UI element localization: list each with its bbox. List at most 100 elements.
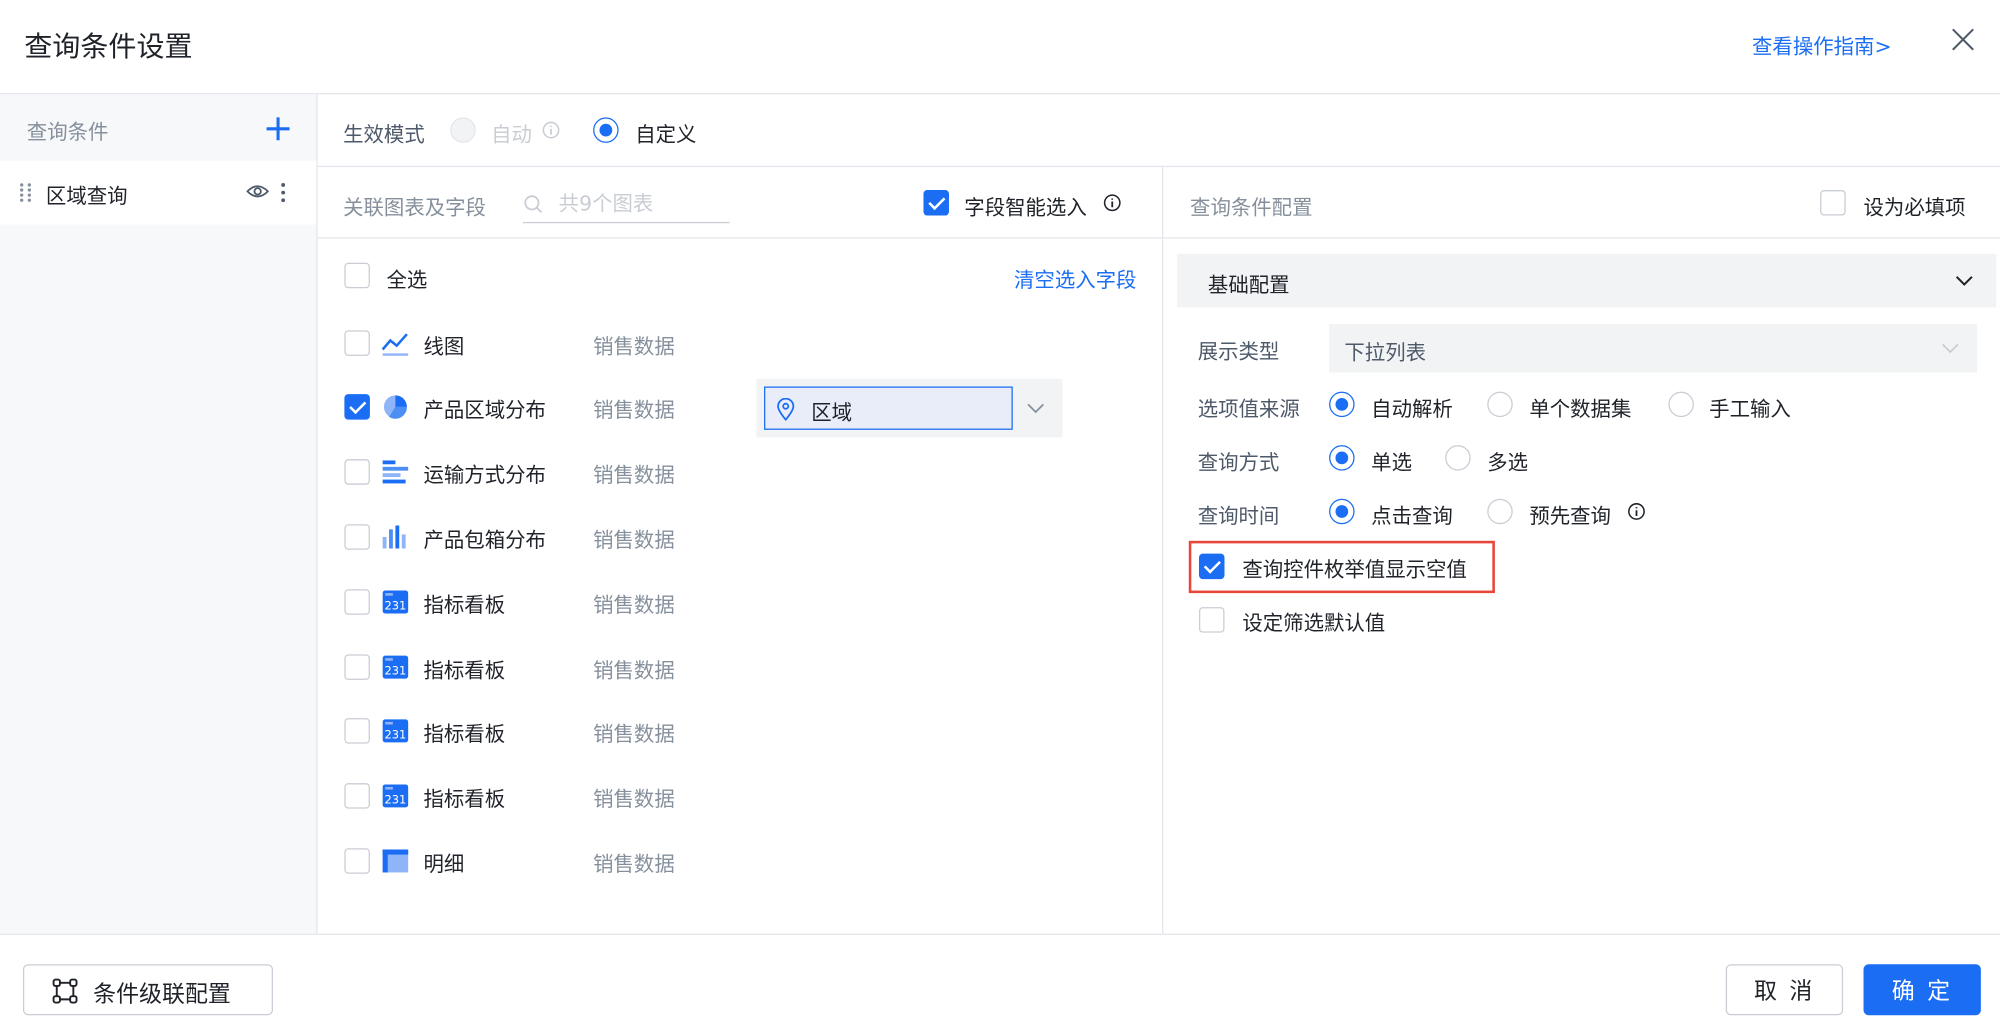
info-icon[interactable] bbox=[1103, 194, 1121, 212]
mode-auto-label: 自动 bbox=[491, 122, 532, 147]
chart-dataset: 销售数据 bbox=[593, 721, 675, 747]
chart-row-checkbox[interactable] bbox=[344, 330, 370, 356]
chart-row[interactable]: 231 指标看板 销售数据 bbox=[318, 574, 1164, 630]
config-panel-title: 查询条件配置 bbox=[1190, 195, 1313, 220]
option-source-manual-label: 手工输入 bbox=[1709, 396, 1791, 421]
chart-row-checkbox[interactable] bbox=[344, 848, 370, 874]
condition-sidebar: 查询条件 区域查询 bbox=[0, 94, 318, 934]
query-time-click-radio[interactable] bbox=[1329, 498, 1355, 525]
required-checkbox[interactable] bbox=[1820, 190, 1846, 216]
chart-name: 指标看板 bbox=[423, 721, 506, 747]
table-icon bbox=[382, 849, 409, 873]
kpi-board-icon: 231 bbox=[382, 784, 409, 808]
chart-search bbox=[522, 182, 730, 224]
svg-text:231: 231 bbox=[384, 793, 406, 807]
pie-chart-icon bbox=[383, 395, 407, 419]
select-all-checkbox[interactable] bbox=[344, 262, 370, 289]
chart-row-checkbox[interactable] bbox=[344, 589, 370, 615]
chart-row[interactable]: 产品包箱分布 销售数据 bbox=[318, 509, 1164, 565]
cascade-config-label: 条件级联配置 bbox=[93, 980, 231, 1008]
cancel-button[interactable]: 取 消 bbox=[1725, 964, 1844, 1016]
chart-row-checkbox[interactable] bbox=[344, 783, 370, 809]
basic-config-section[interactable]: 基础配置 bbox=[1177, 253, 1997, 308]
query-mode-single-radio[interactable] bbox=[1329, 445, 1355, 471]
sidebar-item-region-query[interactable]: 区域查询 bbox=[0, 160, 317, 225]
display-type-label: 展示类型 bbox=[1197, 339, 1280, 364]
kpi-board-icon: 231 bbox=[382, 655, 409, 679]
option-source-auto-radio[interactable] bbox=[1329, 391, 1355, 418]
sidebar-header-label: 查询条件 bbox=[26, 119, 109, 145]
mode-custom-radio[interactable] bbox=[593, 117, 619, 143]
chart-name: 指标看板 bbox=[423, 658, 506, 683]
option-source-dataset-label: 单个数据集 bbox=[1529, 396, 1632, 421]
chart-search-input[interactable] bbox=[558, 187, 725, 219]
selected-field-label: 区域 bbox=[811, 400, 853, 425]
chart-row[interactable]: 线图 销售数据 bbox=[318, 315, 1164, 371]
sidebar-header: 查询条件 bbox=[0, 94, 316, 160]
chart-dataset: 销售数据 bbox=[593, 528, 675, 553]
chart-row-checkbox[interactable] bbox=[344, 524, 370, 550]
display-type-value: 下拉列表 bbox=[1344, 340, 1427, 365]
smart-select-checkbox[interactable] bbox=[923, 190, 949, 216]
info-icon[interactable] bbox=[1628, 503, 1646, 521]
option-source-dataset-radio[interactable] bbox=[1487, 391, 1513, 418]
cascade-config-button[interactable]: 条件级联配置 bbox=[22, 964, 273, 1016]
chart-dataset: 销售数据 bbox=[593, 397, 675, 423]
condition-config-panel: 查询条件配置 设为必填项 基础配置 展示类型 下拉列表 选项值来源 自动解析 单… bbox=[1163, 167, 2000, 934]
show-empty-label: 查询控件枚举值显示空值 bbox=[1242, 557, 1467, 582]
chevron-down-icon[interactable] bbox=[1955, 274, 1973, 287]
chevron-down-icon bbox=[1941, 343, 1959, 354]
chart-dataset: 销售数据 bbox=[593, 334, 675, 359]
charts-fields-panel: 关联图表及字段 字段智能选入 全选 清空选入字段 线图 销售数据 产品区域分布 … bbox=[317, 167, 1164, 934]
drag-handle-icon[interactable] bbox=[19, 182, 32, 202]
effect-mode-label: 生效模式 bbox=[343, 122, 425, 147]
chart-name: 明细 bbox=[423, 852, 465, 877]
svg-text:231: 231 bbox=[384, 599, 406, 613]
ok-button[interactable]: 确 定 bbox=[1863, 964, 1981, 1016]
query-time-label: 查询时间 bbox=[1197, 503, 1280, 529]
chart-row-checkbox[interactable] bbox=[344, 718, 370, 744]
mode-auto-radio[interactable] bbox=[450, 117, 476, 143]
select-all-label: 全选 bbox=[386, 267, 428, 293]
add-condition-icon[interactable] bbox=[264, 115, 292, 143]
chevron-down-icon[interactable] bbox=[1027, 402, 1045, 415]
chart-name: 指标看板 bbox=[423, 786, 506, 812]
info-icon[interactable] bbox=[542, 121, 560, 139]
chart-row[interactable]: 运输方式分布 销售数据 bbox=[318, 444, 1164, 500]
chart-row-checkbox[interactable] bbox=[344, 654, 370, 680]
close-icon[interactable] bbox=[1949, 26, 1977, 54]
required-label: 设为必填项 bbox=[1863, 195, 1966, 220]
option-source-manual-radio[interactable] bbox=[1668, 391, 1694, 418]
guide-link[interactable]: 查看操作指南> bbox=[1752, 29, 1892, 60]
chart-row[interactable]: 明细 销售数据 bbox=[318, 833, 1164, 889]
default-value-checkbox[interactable] bbox=[1198, 607, 1225, 633]
dialog-footer: 条件级联配置 取 消 确 定 bbox=[0, 933, 2000, 1036]
chart-row-checkbox[interactable] bbox=[344, 459, 370, 485]
selected-field-tag[interactable]: 区域 bbox=[764, 386, 1013, 430]
svg-text:231: 231 bbox=[384, 728, 406, 742]
config-panel-header: 查询条件配置 设为必填项 bbox=[1163, 167, 2000, 239]
query-time-click-label: 点击查询 bbox=[1371, 503, 1453, 529]
more-vertical-icon[interactable] bbox=[279, 182, 287, 203]
chart-row[interactable]: 231 指标看板 销售数据 bbox=[318, 703, 1164, 759]
kpi-board-icon: 231 bbox=[382, 590, 409, 614]
query-mode-multi-radio[interactable] bbox=[1445, 445, 1471, 471]
field-selector[interactable]: 区域 bbox=[756, 378, 1063, 438]
eye-icon[interactable] bbox=[246, 182, 270, 200]
default-value-label: 设定筛选默认值 bbox=[1242, 610, 1386, 636]
option-source-label: 选项值来源 bbox=[1197, 396, 1300, 421]
chart-dataset: 销售数据 bbox=[593, 852, 675, 877]
clear-fields-link[interactable]: 清空选入字段 bbox=[1014, 263, 1136, 294]
chart-row[interactable]: 231 指标看板 销售数据 bbox=[318, 768, 1164, 824]
option-source-auto-label: 自动解析 bbox=[1371, 396, 1453, 421]
chart-dataset: 销售数据 bbox=[593, 658, 675, 683]
chart-row-checkbox[interactable] bbox=[344, 394, 370, 420]
chart-name: 产品区域分布 bbox=[423, 397, 546, 423]
chart-row[interactable]: 231 指标看板 销售数据 bbox=[318, 639, 1164, 695]
show-empty-checkbox[interactable] bbox=[1198, 553, 1225, 580]
display-type-dropdown[interactable]: 下拉列表 bbox=[1329, 323, 1978, 373]
dialog-header: 查询条件设置 查看操作指南> bbox=[0, 0, 2000, 95]
cascade-link-icon bbox=[52, 978, 78, 1004]
query-time-preload-radio[interactable] bbox=[1487, 498, 1513, 525]
query-time-preload-label: 预先查询 bbox=[1529, 503, 1611, 529]
